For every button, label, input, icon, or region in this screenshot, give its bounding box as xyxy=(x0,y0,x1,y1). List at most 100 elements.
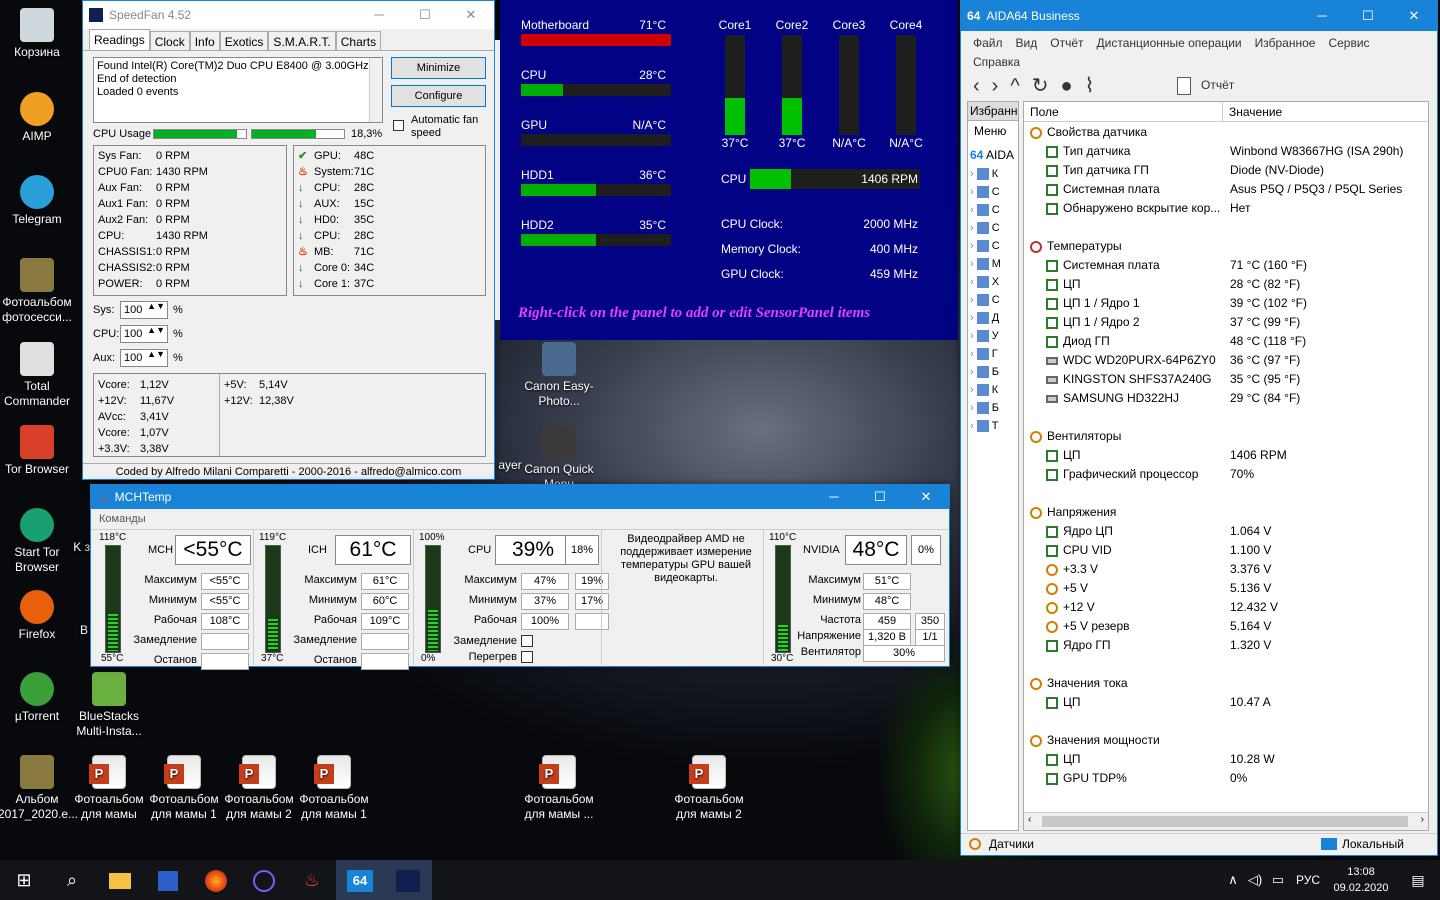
menu-5[interactable]: Сервис xyxy=(1328,34,1369,53)
up-icon[interactable]: ^ xyxy=(1010,75,1031,97)
desktop-icon[interactable]: Firefox xyxy=(0,590,76,642)
speed-input[interactable]: 100 ▲▼ xyxy=(120,325,168,343)
log-scrollbar[interactable] xyxy=(369,58,382,122)
mchtemp-titlebar[interactable]: ♨ MCHTemp ─ ☐ ✕ xyxy=(91,485,949,509)
sensor-row[interactable]: SAMSUNG HD322HJ 29 °C (84 °F) xyxy=(1028,389,1428,408)
sensor-row[interactable]: Тип датчика Winbond W83667HG (ISA 290h) xyxy=(1028,142,1428,161)
speedfan-titlebar[interactable]: SpeedFan 4.52 ─ ☐ ✕ xyxy=(83,1,494,29)
tree-item[interactable]: › Х xyxy=(968,273,1018,291)
refresh-icon[interactable]: ↻ xyxy=(1032,75,1061,97)
aida-titlebar[interactable]: 64 AIDA64 Business ─ ☐ ✕ xyxy=(961,1,1437,31)
sensor-row[interactable]: Свойства датчика xyxy=(1028,123,1428,142)
tree-item[interactable]: › Д xyxy=(968,309,1018,327)
horizontal-scrollbar[interactable]: ‹ › xyxy=(1024,812,1428,830)
sensor-row[interactable]: +3.3 V 3.376 V xyxy=(1028,560,1428,579)
sensor-row[interactable]: ЦП 28 °C (82 °F) xyxy=(1028,275,1428,294)
spin-arrows-icon[interactable]: ▲▼ xyxy=(147,350,165,359)
desktop-icon[interactable]: Фотоальбом фотосесси... xyxy=(0,258,76,325)
overheat-checkbox[interactable] xyxy=(521,651,533,663)
sensor-row[interactable]: KINGSTON SHFS37A240G 35 °C (95 °F) xyxy=(1028,370,1428,389)
desktop-icon[interactable]: Фотоальбом для мамы 2 xyxy=(670,755,748,822)
tree-item[interactable]: › К xyxy=(968,165,1018,183)
scroll-right-icon[interactable]: › xyxy=(1421,814,1424,825)
desktop-icon[interactable]: Фотоальбом для мамы ... xyxy=(520,755,598,822)
menu-6[interactable]: Справка xyxy=(973,53,1020,72)
sensor-row[interactable]: +5 V 5.136 V xyxy=(1028,579,1428,598)
sensor-row[interactable]: ЦП 10.28 W xyxy=(1028,750,1428,769)
column-field[interactable]: Поле xyxy=(1030,102,1059,122)
sensor-row[interactable]: Диод ГП 48 °C (118 °F) xyxy=(1028,332,1428,351)
throttle-checkbox[interactable] xyxy=(521,635,533,647)
firefox-icon[interactable] xyxy=(192,860,240,900)
tree-item[interactable]: › С xyxy=(968,219,1018,237)
tree-item[interactable]: › С xyxy=(968,291,1018,309)
speedfan-icon[interactable] xyxy=(384,860,432,900)
desktop-icon[interactable]: Start Tor Browser xyxy=(0,508,76,575)
sensor-panel[interactable]: Motherboard 71°C CPU 28°C GPU N/A°C HDD1 36°C HD… xyxy=(500,0,958,340)
auto-fan-checkbox[interactable] xyxy=(393,119,404,131)
expand-icon[interactable]: › xyxy=(970,420,977,432)
tab-info[interactable]: Info xyxy=(189,31,220,50)
desktop-icon[interactable]: Фотоальбом для мамы 2 xyxy=(220,755,298,822)
expand-icon[interactable]: › xyxy=(970,240,977,252)
commands-menu[interactable]: Команды xyxy=(99,513,146,525)
sensor-row[interactable]: Температуры xyxy=(1028,237,1428,256)
report-button[interactable]: Отчёт xyxy=(1201,78,1234,92)
expand-icon[interactable]: › xyxy=(970,276,977,288)
desktop-icon[interactable]: µTorrent xyxy=(0,672,76,724)
sensor-row[interactable]: Обнаружено вскрытие кор... Нет xyxy=(1028,199,1428,218)
desktop-icon[interactable]: AIMP xyxy=(0,92,76,144)
sensor-row[interactable]: Системная плата Asus P5Q / P5Q3 / P5QL Se… xyxy=(1028,180,1428,199)
menu-3[interactable]: Дистанционные операции xyxy=(1097,34,1242,53)
tree-item[interactable]: › С xyxy=(968,237,1018,255)
maximize-window-button[interactable]: ☐ xyxy=(1345,2,1391,30)
search-icon[interactable]: ⌕ xyxy=(48,860,96,900)
tray-chevron-icon[interactable]: ∧ xyxy=(1222,860,1244,900)
desktop-icon[interactable]: Фотоальбом для мамы 1 xyxy=(145,755,223,822)
close-window-button[interactable]: ✕ xyxy=(1391,2,1437,30)
expand-icon[interactable]: › xyxy=(970,222,977,234)
sensor-row[interactable]: GPU TDP% 0% xyxy=(1028,769,1428,788)
minimize-window-button[interactable]: ─ xyxy=(1299,2,1345,30)
sensor-row[interactable]: ЦП 1 / Ядро 2 37 °C (99 °F) xyxy=(1028,313,1428,332)
sensor-row[interactable]: Графический процессор 70% xyxy=(1028,465,1428,484)
sensor-row[interactable]: Тип датчика ГП Diode (NV-Diode) xyxy=(1028,161,1428,180)
minimize-button[interactable]: Minimize xyxy=(391,57,486,79)
desktop-icon[interactable]: Total Commander xyxy=(0,342,76,409)
explorer-icon[interactable] xyxy=(96,860,144,900)
tab-smart[interactable]: S.M.A.R.T. xyxy=(268,31,336,50)
mchtemp-flame-icon[interactable]: ♨ xyxy=(288,860,336,900)
sensor-row[interactable]: +12 V 12.432 V xyxy=(1028,598,1428,617)
back-icon[interactable]: ‹ xyxy=(973,75,992,97)
sensor-row[interactable]: Ядро ЦП 1.064 V xyxy=(1028,522,1428,541)
tree-item[interactable]: › М xyxy=(968,255,1018,273)
desktop-icon[interactable]: Корзина xyxy=(0,8,76,60)
tab-charts[interactable]: Charts xyxy=(335,31,382,50)
sensor-row[interactable]: WDC WD20PURX-64P6ZY0 36 °C (97 °F) xyxy=(1028,351,1428,370)
tab-readings[interactable]: Readings xyxy=(89,29,150,50)
save-disk-icon[interactable] xyxy=(144,860,192,900)
desktop-icon[interactable]: Альбом 2017_2020.e... xyxy=(0,755,78,822)
maximize-window-button[interactable]: ☐ xyxy=(402,1,448,29)
expand-icon[interactable]: › xyxy=(970,168,977,180)
column-value[interactable]: Значение xyxy=(1229,102,1282,122)
spin-arrows-icon[interactable]: ▲▼ xyxy=(147,302,165,311)
tree-item[interactable]: › С xyxy=(968,183,1018,201)
expand-icon[interactable]: › xyxy=(970,312,977,324)
expand-icon[interactable]: › xyxy=(970,366,977,378)
clock[interactable]: 13:08 09.02.2020 xyxy=(1326,864,1396,896)
menu-0[interactable]: Файл xyxy=(973,34,1003,53)
tab-favorites[interactable]: Избранное xyxy=(968,102,1018,121)
tree-item[interactable]: › Б xyxy=(968,399,1018,417)
aida-sensor-list[interactable]: Поле Значение Свойства датчика Тип датчик… xyxy=(1023,101,1429,831)
tree-item[interactable]: › К xyxy=(968,381,1018,399)
sensor-row[interactable]: Системная плата 71 °C (160 °F) xyxy=(1028,256,1428,275)
speed-input[interactable]: 100 ▲▼ xyxy=(120,349,168,367)
aida-nav-tree[interactable]: Избранное Меню 64 AIDA › К› С› С› С› С› … xyxy=(967,101,1019,831)
sensor-row[interactable]: ЦП 10.47 A xyxy=(1028,693,1428,712)
expand-icon[interactable]: › xyxy=(970,258,977,270)
close-window-button[interactable]: ✕ xyxy=(448,1,494,29)
expand-icon[interactable]: › xyxy=(970,348,977,360)
expand-icon[interactable]: › xyxy=(970,204,977,216)
expand-icon[interactable]: › xyxy=(970,330,977,342)
